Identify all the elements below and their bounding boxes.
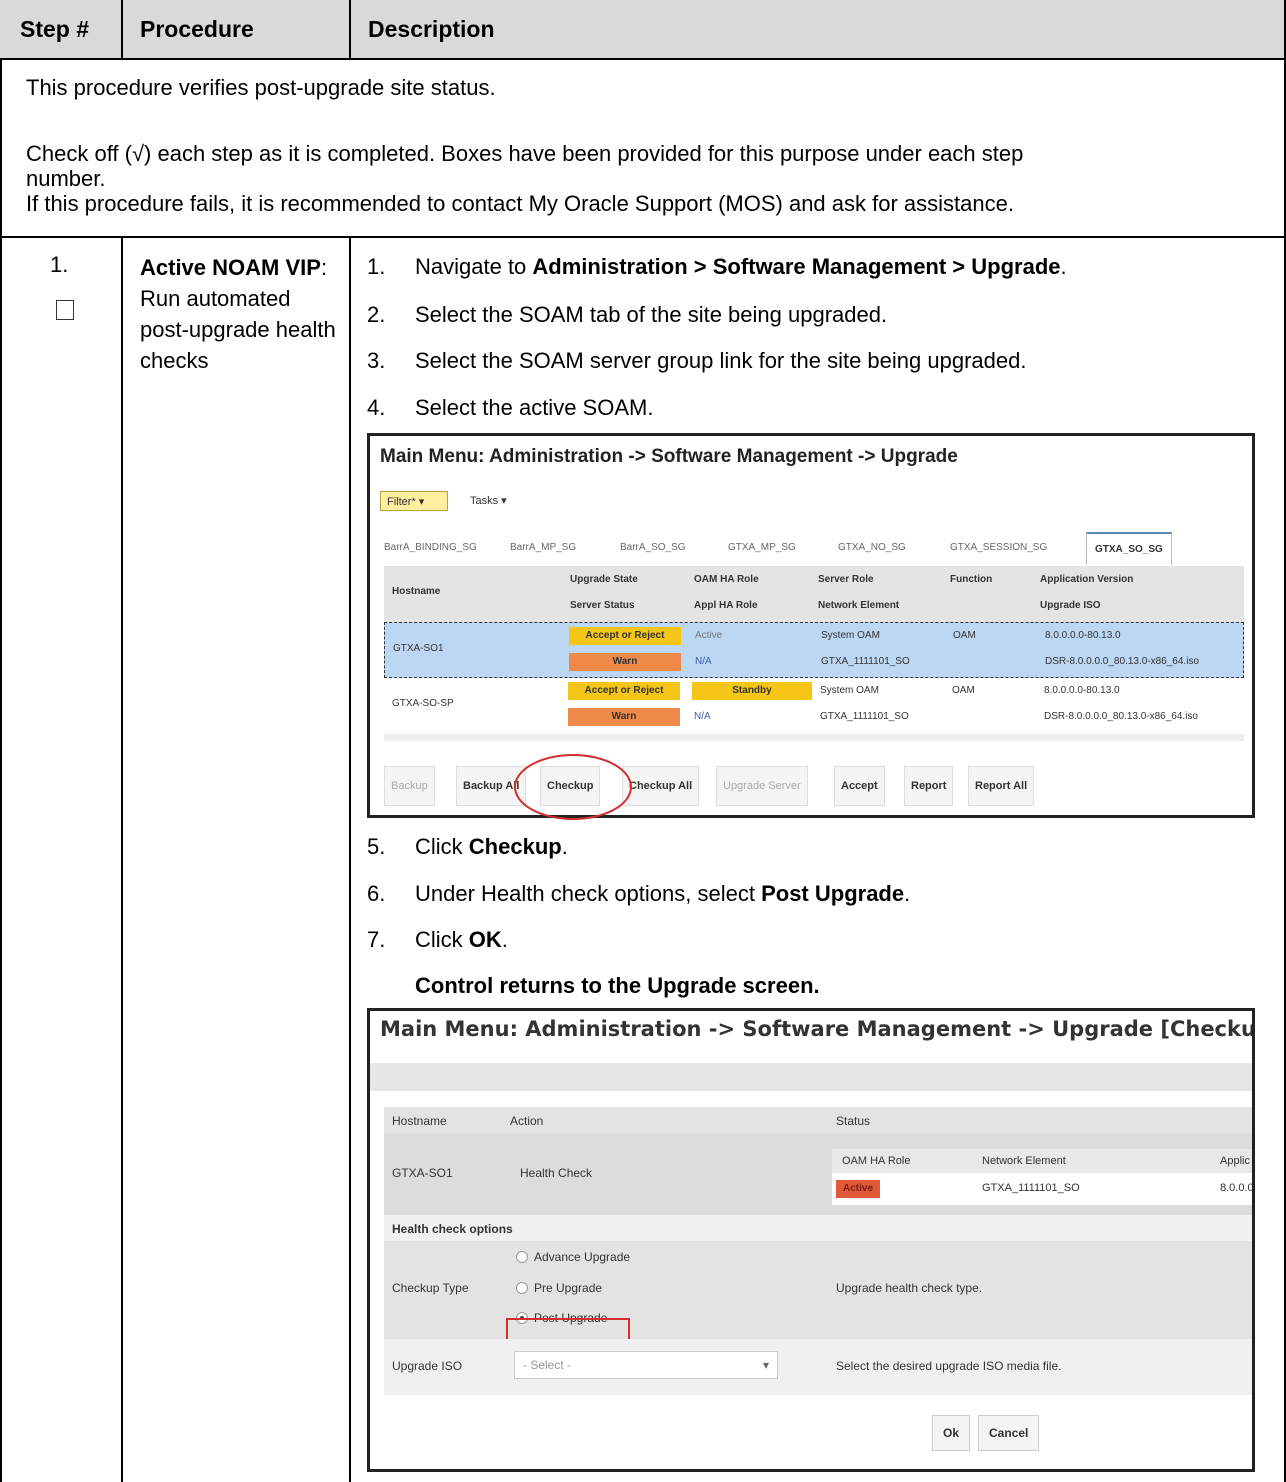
step-number: 1.: [50, 252, 69, 277]
screen-title: Main Menu: Administration -> Software Ma…: [380, 1017, 1255, 1041]
header-procedure: Procedure: [140, 16, 254, 42]
header-step: Step #: [20, 16, 90, 42]
table-row[interactable]: GTXA-SO-SP Accept or Reject Warn Standby…: [384, 678, 1244, 734]
divider: [349, 236, 351, 1482]
status-table: OAM HA Role Network Element Applic Activ…: [832, 1149, 1252, 1205]
checkup-screenshot: Main Menu: Administration -> Software Ma…: [367, 1008, 1255, 1472]
filter-button[interactable]: Filter* ▾: [380, 491, 448, 511]
tab-gtxa-session-sg[interactable]: GTXA_SESSION_SG: [950, 542, 1047, 553]
toolbar-band: [370, 1063, 1252, 1091]
button-row: [384, 1395, 1252, 1469]
tasks-menu[interactable]: Tasks ▾: [470, 494, 507, 507]
server-group-tabs: BarrA_BINDING_SG BarrA_MP_SG BarrA_SO_SG…: [384, 532, 1234, 566]
procedure-text: Active NOAM VIP: Run automated post-upgr…: [140, 252, 340, 376]
tab-gtxa-no-sg[interactable]: GTXA_NO_SG: [838, 542, 906, 553]
table-row: GTXA-SO1 Health Check OAM HA Role Networ…: [384, 1133, 1252, 1215]
header-description: Description: [368, 16, 495, 42]
tab-barra-mp-sg[interactable]: BarrA_MP_SG: [510, 542, 576, 553]
screen-title: Main Menu: Administration -> Software Ma…: [380, 446, 958, 467]
upgrade-iso-select[interactable]: - Select - ▾: [514, 1351, 778, 1379]
tab-gtxa-so-sg[interactable]: GTXA_SO_SG: [1086, 532, 1172, 565]
radio-advance-upgrade[interactable]: [516, 1251, 528, 1263]
divider: [121, 0, 123, 60]
radio-pre-upgrade[interactable]: [516, 1282, 528, 1294]
intro-line: If this procedure fails, it is recommend…: [26, 191, 1014, 216]
table-header-row: Step # Procedure Description: [0, 0, 1284, 60]
divider: [0, 236, 1286, 238]
intro-line: Check off (√) each step as it is complet…: [26, 141, 1024, 166]
backup-button[interactable]: Backup: [384, 766, 435, 806]
divider: [349, 0, 351, 60]
cancel-button[interactable]: Cancel: [978, 1415, 1040, 1451]
health-check-options-header: Health check options: [384, 1215, 1252, 1241]
tab-gtxa-mp-sg[interactable]: GTXA_MP_SG: [728, 542, 796, 553]
tab-barra-so-sg[interactable]: BarrA_SO_SG: [620, 542, 686, 553]
checkup-all-button[interactable]: Checkup All: [622, 766, 700, 806]
report-all-button[interactable]: Report All: [968, 766, 1035, 806]
highlight-circle: [514, 754, 632, 820]
chevron-down-icon: ▾: [762, 1358, 769, 1372]
status-badge: Active: [836, 1180, 880, 1198]
upgrade-server-button[interactable]: Upgrade Server: [716, 766, 808, 806]
upgrade-screenshot: Main Menu: Administration -> Software Ma…: [367, 433, 1255, 820]
accept-button[interactable]: Accept: [834, 766, 885, 806]
procedure-document: Step # Procedure Description This proced…: [0, 0, 1286, 1482]
divider: [121, 236, 123, 1482]
servers-table: Hostname Upgrade State Server Status OAM…: [384, 566, 1244, 741]
table-row[interactable]: GTXA-SO1 Accept or Reject Warn Active N/…: [384, 622, 1244, 678]
tab-barra-binding-sg[interactable]: BarrA_BINDING_SG: [384, 542, 477, 553]
step-checkbox[interactable]: [56, 300, 74, 320]
table-header: Hostname Upgrade State Server Status OAM…: [384, 566, 1244, 622]
procedure-title: Active NOAM VIP: [140, 255, 321, 280]
ok-button[interactable]: Ok: [932, 1415, 971, 1451]
table-header: Hostname Action Status: [384, 1107, 1252, 1133]
intro-line: This procedure verifies post-upgrade sit…: [26, 75, 496, 100]
control-note: Control returns to the Upgrade screen.: [415, 973, 820, 998]
report-button[interactable]: Report: [904, 766, 954, 806]
